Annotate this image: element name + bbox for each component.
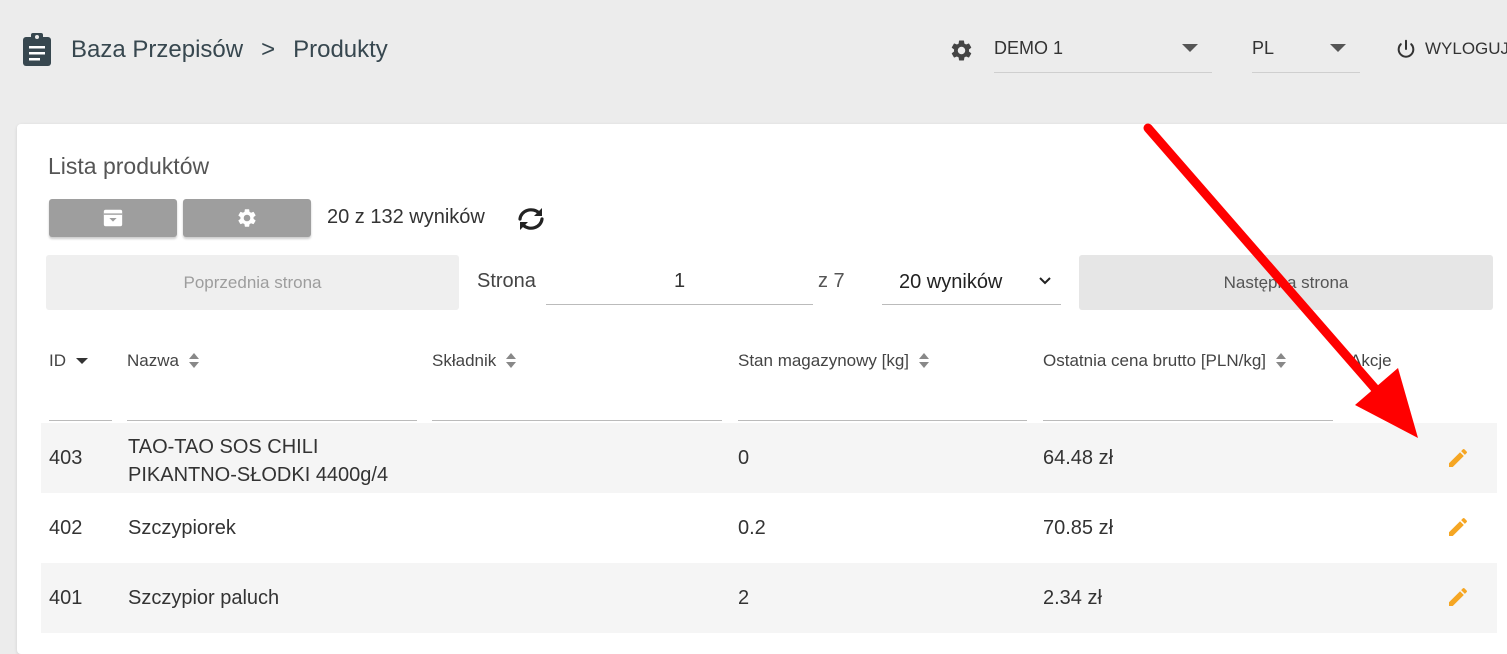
column-header-ingredient[interactable]: Składnik bbox=[432, 351, 517, 371]
gear-icon[interactable] bbox=[949, 38, 974, 63]
page-number-input[interactable] bbox=[546, 258, 813, 305]
cell-name-line: TAO-TAO SOS CHILI bbox=[128, 436, 319, 458]
page-label: Strona bbox=[477, 270, 536, 292]
cell-price: 70.85 zł bbox=[1043, 517, 1114, 539]
language-select[interactable]: PL bbox=[1252, 28, 1360, 73]
cell-price: 64.48 zł bbox=[1043, 447, 1114, 469]
total-pages: z 7 bbox=[818, 270, 845, 292]
product-list-card: Lista produktów 20 z 132 wyników Poprzed… bbox=[17, 124, 1507, 654]
column-header-label: Akcje bbox=[1350, 351, 1392, 370]
cell-id: 403 bbox=[49, 447, 83, 469]
pencil-icon[interactable] bbox=[1446, 515, 1470, 539]
cell-name: TAO-TAO SOS CHILI PIKANTNO-SŁODKI 4400g/… bbox=[128, 433, 388, 489]
filter-stock-input[interactable] bbox=[738, 392, 1027, 421]
filter-name-input[interactable] bbox=[127, 392, 417, 421]
sort-icon bbox=[919, 353, 930, 369]
column-header-label: Nazwa bbox=[127, 351, 179, 370]
column-header-stock[interactable]: Stan magazynowy [kg] bbox=[738, 351, 930, 371]
language-select-value: PL bbox=[1252, 38, 1275, 58]
dropdown-caret-icon bbox=[1330, 44, 1346, 52]
cell-stock: 0.2 bbox=[738, 517, 766, 539]
settings-button[interactable] bbox=[183, 199, 311, 237]
cell-stock: 2 bbox=[738, 587, 750, 609]
table-row[interactable]: 402 Szczypiorek 0.2 70.85 zł bbox=[41, 493, 1497, 563]
column-header-id[interactable]: ID bbox=[49, 351, 88, 371]
previous-page-button[interactable]: Poprzednia strona bbox=[46, 255, 459, 310]
column-header-label: Składnik bbox=[432, 351, 497, 370]
refresh-icon[interactable] bbox=[514, 204, 548, 234]
top-bar: Baza Przepisów > Produkty DEMO 1 PL WYLO… bbox=[0, 0, 1507, 100]
dropdown-caret-icon bbox=[1182, 44, 1198, 52]
column-header-label: Stan magazynowy [kg] bbox=[738, 351, 910, 370]
table-row[interactable]: 403 TAO-TAO SOS CHILI PIKANTNO-SŁODKI 44… bbox=[41, 423, 1497, 493]
column-header-name[interactable]: Nazwa bbox=[127, 351, 199, 371]
per-page-select[interactable]: 20 wyników bbox=[882, 260, 1061, 305]
cell-name-line: PIKANTNO-SŁODKI 4400g/4 bbox=[128, 464, 389, 486]
archive-button[interactable] bbox=[49, 199, 177, 237]
cell-id: 402 bbox=[49, 517, 83, 539]
logout-button[interactable]: WYLOGUJ bbox=[1395, 38, 1507, 60]
pencil-icon[interactable] bbox=[1446, 446, 1470, 470]
column-header-actions: Akcje bbox=[1350, 351, 1392, 371]
sort-desc-icon bbox=[76, 358, 88, 364]
breadcrumb-home[interactable]: Baza Przepisów bbox=[71, 36, 243, 64]
filter-id-input[interactable] bbox=[49, 392, 112, 421]
table-row[interactable]: 401 Szczypior paluch 2 2.34 zł bbox=[41, 563, 1497, 633]
clipboard-icon[interactable] bbox=[22, 33, 52, 67]
sort-icon bbox=[188, 353, 199, 369]
breadcrumb-current: Produkty bbox=[293, 36, 388, 63]
cell-name: Szczypiorek bbox=[128, 517, 236, 539]
filter-price-input[interactable] bbox=[1043, 392, 1333, 421]
breadcrumb: Baza Przepisów > Produkty bbox=[71, 36, 388, 64]
column-header-label: Ostatnia cena brutto [PLN/kg] bbox=[1043, 351, 1267, 370]
results-count: 20 z 132 wyników bbox=[327, 206, 485, 228]
cell-name: Szczypior paluch bbox=[128, 587, 280, 609]
card-title: Lista produktów bbox=[48, 153, 210, 179]
sort-icon bbox=[506, 353, 517, 369]
next-page-button[interactable]: Następna strona bbox=[1079, 255, 1493, 310]
company-select-value: DEMO 1 bbox=[994, 38, 1064, 58]
filter-ingredient-input[interactable] bbox=[432, 392, 722, 421]
power-icon bbox=[1397, 39, 1415, 58]
breadcrumb-separator: > bbox=[261, 36, 276, 63]
column-header-price[interactable]: Ostatnia cena brutto [PLN/kg] bbox=[1043, 351, 1287, 371]
cell-stock: 0 bbox=[738, 447, 750, 469]
per-page-value: 20 wyników bbox=[899, 271, 1003, 293]
cell-price: 2.34 zł bbox=[1043, 587, 1102, 609]
pencil-icon[interactable] bbox=[1446, 585, 1470, 609]
company-select[interactable]: DEMO 1 bbox=[994, 28, 1212, 73]
sort-icon bbox=[1276, 353, 1287, 369]
column-header-label: ID bbox=[49, 351, 66, 370]
archive-icon bbox=[103, 209, 123, 227]
cell-id: 401 bbox=[49, 587, 83, 609]
gear-icon bbox=[238, 209, 256, 227]
logout-label: WYLOGUJ bbox=[1425, 39, 1507, 58]
chevron-down-icon bbox=[1039, 277, 1051, 285]
